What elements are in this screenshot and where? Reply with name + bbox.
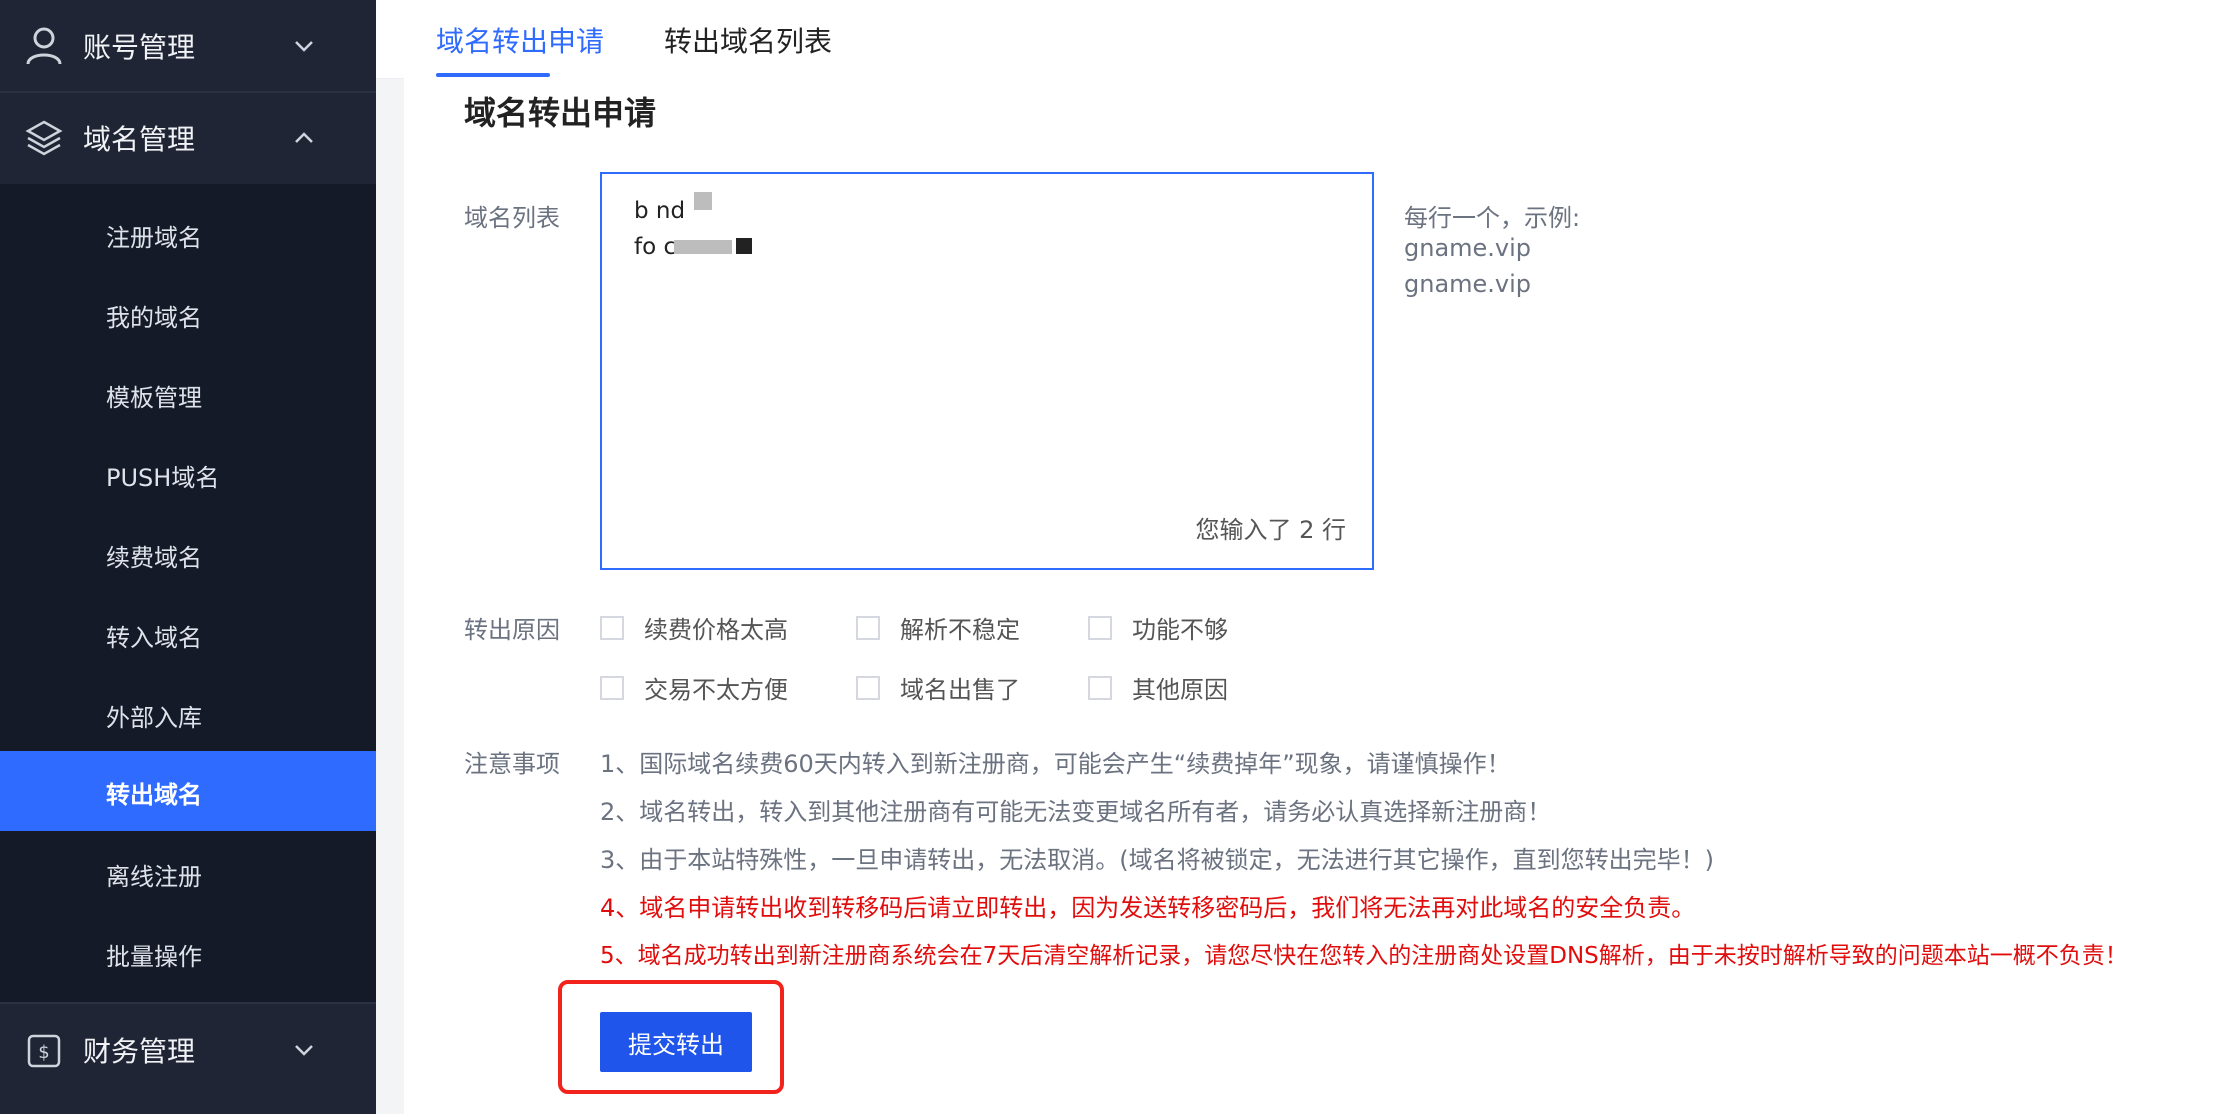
checkbox-box [600,615,624,640]
main-content: 域名转出申请 域名列表 b nd fo cn 您输入了 2 行 每行一个，示例:… [404,78,2216,1114]
sidebar-item-label: PUSH域名 [106,464,220,492]
layers-icon [25,120,63,156]
checkbox-box [1088,675,1112,700]
warning-note: 4、域名申请转出收到转移码后请立即转出，因为发送转移密码后，我们将无法再对此域名… [600,894,1696,922]
sidebar-item-batch[interactable]: 批量操作 [0,913,376,993]
sidebar-item-label: 外部入库 [106,704,202,732]
reason-checkbox[interactable]: 功能不够 [1088,610,1228,645]
reason-label: 转出原因 [464,616,560,644]
note-item: 1、国际域名续费60天内转入到新注册商，可能会产生“续费掉年”现象，请谨慎操作！ [600,750,1511,778]
reason-checkbox[interactable]: 交易不太方便 [600,670,788,705]
sidebar-group-finance[interactable]: $ 财务管理 [0,1004,376,1096]
reason-text: 域名出售了 [900,676,1020,704]
sidebar-item-label: 转入域名 [106,624,202,652]
sidebar-item-offline[interactable]: 离线注册 [0,833,376,913]
active-tab-indicator [436,73,550,77]
sidebar-item-label: 转出域名 [106,781,202,809]
sidebar-item-push[interactable]: PUSH域名 [0,434,376,514]
sidebar-item-label: 批量操作 [106,943,202,971]
sidebar-group-account[interactable]: 账号管理 [0,0,376,92]
example-hint: gname.vip [1404,270,1532,298]
domain-line: b nd [634,198,686,224]
sidebar-item-label: 我的域名 [106,304,202,332]
line-count-text: 您输入了 2 行 [1195,516,1346,544]
sidebar-item-my-domains[interactable]: 我的域名 [0,274,376,354]
checkbox-box [856,675,880,700]
domain-list-textarea[interactable]: b nd fo cn 您输入了 2 行 [600,172,1374,570]
chevron-down-icon [295,41,313,52]
sidebar-group-domain[interactable]: 域名管理 [0,92,376,184]
redaction-mask [694,192,712,210]
note-item: 3、由于本站特殊性，一旦申请转出，无法取消。(域名将被锁定，无法进行其它操作，直… [600,846,1714,874]
chevron-down-icon [295,1045,313,1056]
warning-note: 5、域名成功转出到新注册商系统会在7天后清空解析记录，请您尽快在您转入的注册商处… [600,943,2128,969]
sidebar: 账号管理 域名管理 注册域名 我的域名 模板管理 PUSH域名 续费域名 转入域… [0,0,376,1114]
tab-transfer-out-list[interactable]: 转出域名列表 [664,20,832,60]
user-icon [26,27,62,65]
reason-checkbox[interactable]: 续费价格太高 [600,610,788,645]
reason-text: 续费价格太高 [644,616,788,644]
tab-transfer-out-apply[interactable]: 域名转出申请 [436,20,604,60]
svg-text:$: $ [38,1042,49,1063]
sidebar-item-transfer-in[interactable]: 转入域名 [0,594,376,674]
reason-checkbox[interactable]: 解析不稳定 [856,610,1020,645]
sidebar-item-label: 离线注册 [106,863,202,891]
checkbox-box [856,615,880,640]
notes-label: 注意事项 [464,750,560,778]
reason-text: 解析不稳定 [900,616,1020,644]
sidebar-item-label: 模板管理 [106,384,202,412]
reason-checkbox[interactable]: 域名出售了 [856,670,1020,705]
domain-list-label: 域名列表 [464,204,560,232]
redaction-mask [674,240,732,254]
page-title: 域名转出申请 [464,94,657,132]
checkbox-box [600,675,624,700]
chevron-up-icon [295,132,313,143]
sidebar-item-renew[interactable]: 续费域名 [0,514,376,594]
sidebar-item-templates[interactable]: 模板管理 [0,354,376,434]
sidebar-item-label: 续费域名 [106,544,202,572]
submit-transfer-button[interactable]: 提交转出 [600,1012,752,1072]
sidebar-item-transfer-out[interactable]: 转出域名 [0,751,376,831]
sidebar-item-external[interactable]: 外部入库 [0,674,376,754]
sidebar-item-label: 注册域名 [106,224,202,252]
reason-text: 功能不够 [1132,616,1228,644]
note-item: 2、域名转出，转入到其他注册商有可能无法变更域名所有者，请务必认真选择新注册商！ [600,798,1552,826]
sidebar-group-label: 域名管理 [83,123,196,156]
sidebar-item-register[interactable]: 注册域名 [0,194,376,274]
tab-bar: 域名转出申请 转出域名列表 [376,0,2216,79]
redaction-mask [736,238,752,254]
sidebar-group-label: 财务管理 [83,1035,196,1068]
example-hint: 每行一个，示例: [1404,204,1581,232]
reason-text: 其他原因 [1132,676,1228,704]
sidebar-group-label: 账号管理 [83,31,196,64]
reason-checkbox[interactable]: 其他原因 [1088,670,1228,705]
finance-icon: $ [27,1034,61,1068]
example-hint: gname.vip [1404,234,1532,262]
checkbox-box [1088,615,1112,640]
reason-text: 交易不太方便 [644,676,788,704]
